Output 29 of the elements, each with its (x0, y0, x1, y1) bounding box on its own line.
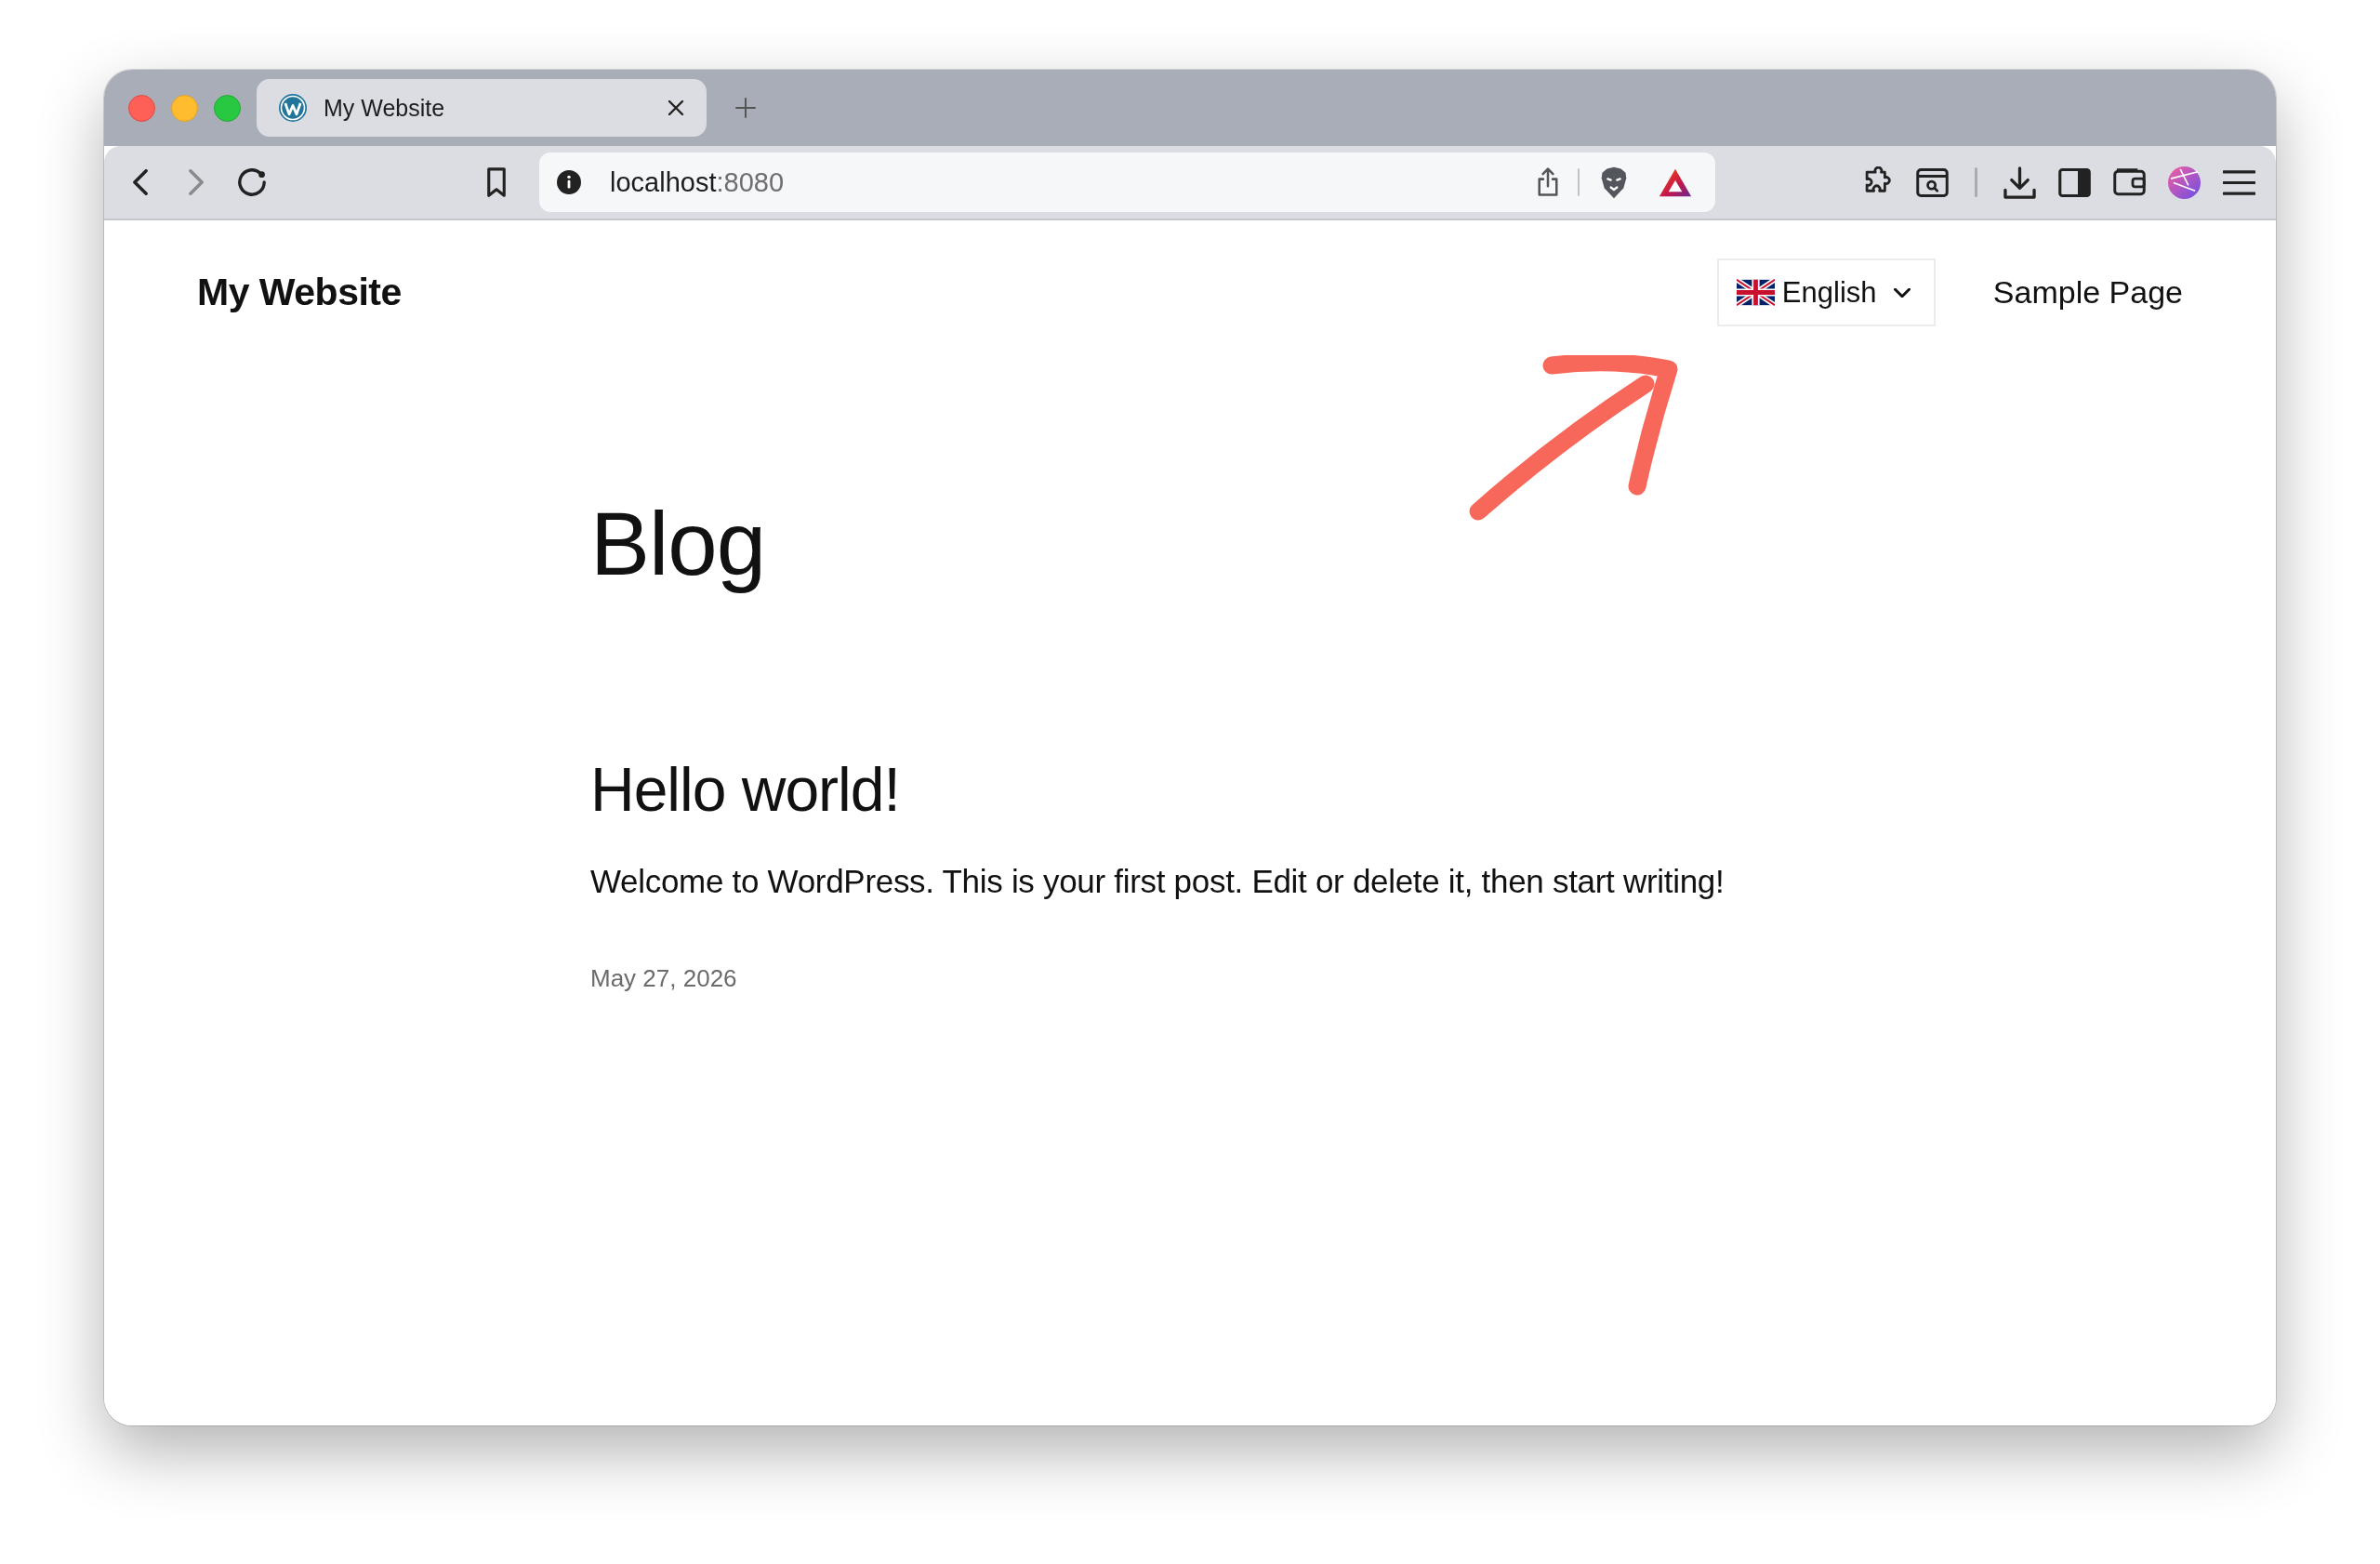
chevron-down-icon (1893, 287, 1911, 298)
tab-title: My Website (324, 94, 446, 122)
info-icon[interactable] (557, 170, 581, 194)
post-title[interactable]: Hello world! (590, 754, 900, 827)
site-title[interactable]: My Website (197, 271, 402, 314)
bookmark-icon[interactable] (486, 166, 507, 198)
triangle-icon[interactable] (1659, 167, 1692, 197)
page-title: Blog (590, 493, 766, 595)
browser-tab[interactable]: My Website (257, 79, 707, 137)
avatar-icon[interactable] (2168, 166, 2201, 199)
new-tab-icon[interactable] (735, 98, 756, 118)
back-icon[interactable] (133, 169, 148, 195)
download-icon[interactable] (2003, 166, 2036, 199)
reader-icon[interactable] (1916, 166, 1949, 199)
forward-icon[interactable] (189, 169, 204, 195)
share-icon[interactable] (1537, 167, 1559, 197)
logo-icon (279, 94, 307, 122)
flag-icon (1736, 279, 1775, 306)
close-icon[interactable] (667, 99, 685, 117)
post-date: May 27, 2026 (590, 963, 737, 995)
sidebar-icon[interactable] (2058, 166, 2091, 199)
address-bar[interactable]: localhost:8080 (539, 152, 1715, 212)
url-text: localhost:8080 (610, 166, 786, 198)
shield-icon[interactable] (1600, 166, 1628, 199)
nav-link[interactable]: Sample Page (1992, 274, 2183, 311)
language-dropdown[interactable]: English (1716, 258, 1936, 326)
reload-icon[interactable] (237, 167, 267, 197)
language-label: English (1781, 275, 1877, 310)
post-excerpt: Welcome to WordPress. This is your first post. Edit or delete it, then start writing! (590, 861, 1725, 901)
